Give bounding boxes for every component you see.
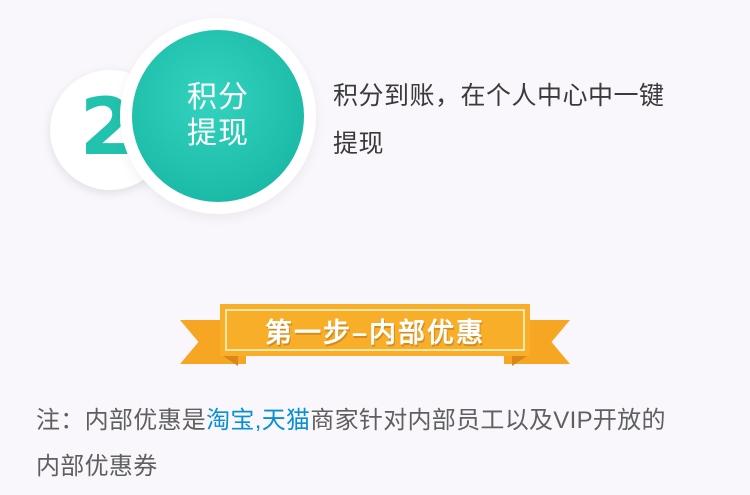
taobao-link[interactable]: 淘宝 <box>206 407 255 434</box>
note-line2: 内部优惠券 <box>36 453 158 480</box>
note-paragraph: 注：内部优惠是淘宝,天猫商家针对内部员工以及VIP开放的内部优惠券 <box>36 398 726 490</box>
step-description: 积分到账，在个人中心中一键 提现 <box>333 72 713 168</box>
ribbon-main: 第一步–内部优惠 <box>220 304 530 356</box>
section-banner: 第一步–内部优惠 <box>180 298 570 378</box>
step-description-line1: 积分到账，在个人中心中一键 <box>333 82 665 110</box>
tmall-link[interactable]: 天猫 <box>262 407 311 434</box>
step-title-line1: 积分 <box>187 81 249 114</box>
step-description-line2: 提现 <box>333 130 385 158</box>
step-title-circle: 积分 提现 <box>132 30 304 202</box>
note-prefix: 注：内部优惠是 <box>36 407 207 434</box>
note-comma: , <box>254 407 262 434</box>
step-title-line2: 提现 <box>187 117 249 150</box>
banner-title: 第一步–内部优惠 <box>264 317 486 348</box>
step-badge: 2 积分 提现 <box>42 18 316 214</box>
note-suffix: 商家针对内部员工以及VIP开放的 <box>310 407 666 434</box>
